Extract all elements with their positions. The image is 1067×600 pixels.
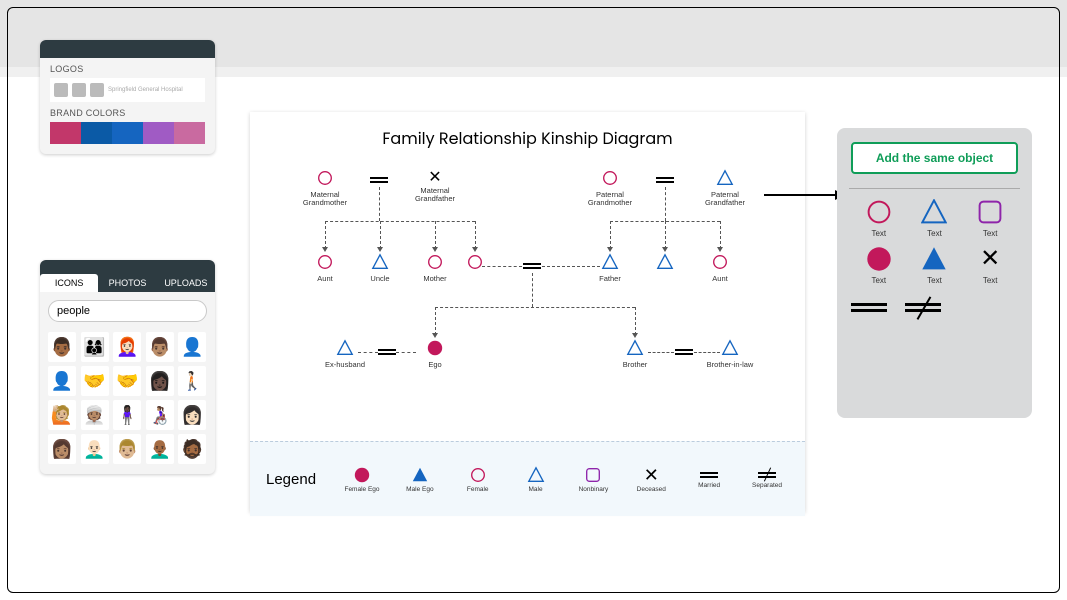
node-mother-dup[interactable] (440, 253, 510, 275)
icon-cell[interactable]: 👩🏿 (146, 366, 174, 396)
node-paternal-grandfather[interactable]: Paternal Grandfather (690, 169, 760, 208)
tab-icons[interactable]: ICONS (40, 274, 98, 292)
icon-cell[interactable]: 🤝 (81, 366, 109, 396)
tabs: ICONS PHOTOS UPLOADS (40, 274, 215, 292)
tab-photos[interactable]: PHOTOS (98, 274, 156, 292)
shape-female-ego[interactable]: Text (866, 246, 892, 285)
shape-male[interactable]: Text (921, 199, 947, 238)
search-row (48, 300, 207, 322)
separated-link (523, 261, 541, 271)
icon-cell[interactable]: 👩🏻 (178, 400, 206, 430)
legend-separated: Separated (745, 470, 789, 489)
icon-cell[interactable]: 👩🏻‍🦰 (113, 332, 141, 362)
node-ego[interactable]: Ego (400, 339, 470, 369)
hospital-name: Springfield General Hospital (108, 87, 183, 93)
legend-male: Male (514, 466, 558, 493)
shape-grid: Text Text Text Text Text ✕Text (851, 199, 1018, 285)
tab-uploads[interactable]: UPLOADS (157, 274, 215, 292)
legend-female-ego: Female Ego (340, 466, 384, 493)
icon-cell[interactable]: 👨🏻‍🦲 (81, 434, 109, 464)
legend-married: Married (687, 470, 731, 489)
icon-cell[interactable]: 👩🏽‍🦽 (146, 400, 174, 430)
separated-link (378, 347, 396, 357)
legend-deceased: ✕Deceased (629, 466, 673, 493)
shape-separated[interactable] (905, 299, 941, 317)
logos-heading: LOGOS (50, 64, 205, 74)
swatch[interactable] (81, 122, 112, 144)
node-aunt2[interactable]: Aunt (685, 253, 755, 283)
pointer-arrow (764, 194, 844, 196)
node-brother[interactable]: Brother (600, 339, 670, 369)
icon-cell[interactable]: 🤝 (113, 366, 141, 396)
icon-grid: 👨🏾👨‍👩‍👦👩🏻‍🦰👨🏽👤👤🤝🤝👩🏿🚶🏻🙋🏼👳🏽🧍🏿‍♀️👩🏽‍🦽👩🏻👩🏽👨🏻… (40, 328, 215, 474)
icon-cell[interactable]: 👤 (178, 332, 206, 362)
logo-badge (54, 83, 68, 97)
icon-cell[interactable]: 👨‍👩‍👦 (81, 332, 109, 362)
logo-badge (90, 83, 104, 97)
logo-row[interactable]: Springfield General Hospital (50, 78, 205, 102)
node-exhusband[interactable]: Ex-husband (310, 339, 380, 369)
shape-female[interactable]: Text (866, 199, 892, 238)
icon-cell[interactable]: 👨🏼 (113, 434, 141, 464)
legend-title: Legend (266, 471, 316, 488)
marriage-row (851, 299, 1018, 317)
shape-married[interactable] (851, 299, 887, 317)
legend-female: Female (456, 466, 500, 493)
icon-panel: ICONS PHOTOS UPLOADS 👨🏾👨‍👩‍👦👩🏻‍🦰👨🏽👤👤🤝🤝👩🏿… (40, 260, 215, 474)
icon-cell[interactable]: 👩🏽 (48, 434, 76, 464)
icon-cell[interactable]: 🙋🏼 (48, 400, 76, 430)
swatch-row (50, 122, 205, 144)
marriage-link (675, 347, 693, 357)
node-paternal-grandmother[interactable]: Paternal Grandmother (575, 169, 645, 208)
legend-male-ego: Male Ego (398, 466, 442, 493)
swatch[interactable] (50, 122, 81, 144)
shape-deceased[interactable]: ✕Text (977, 246, 1003, 285)
panel-header (40, 260, 215, 274)
legend-nonbinary: Nonbinary (572, 466, 616, 493)
swatch[interactable] (143, 122, 174, 144)
icon-cell[interactable]: 🧔🏾 (178, 434, 206, 464)
node-maternal-grandfather[interactable]: ✕Maternal Grandfather (400, 169, 470, 204)
icon-cell[interactable]: 👳🏽 (81, 400, 109, 430)
logo-badge (72, 83, 86, 97)
add-same-object-button[interactable]: Add the same object (851, 142, 1018, 174)
panel-header (40, 40, 215, 58)
swatch[interactable] (112, 122, 143, 144)
icon-cell[interactable]: 👤 (48, 366, 76, 396)
icon-cell[interactable]: 🚶🏻 (178, 366, 206, 396)
node-maternal-grandmother[interactable]: Maternal Grandmother (290, 169, 360, 208)
swatch[interactable] (174, 122, 205, 144)
brand-panel: LOGOS Springfield General Hospital BRAND… (40, 40, 215, 154)
colors-heading: BRAND COLORS (50, 108, 205, 118)
icon-cell[interactable]: 👨🏾 (48, 332, 76, 362)
node-brother-in-law[interactable]: Brother-in-law (695, 339, 765, 369)
divider (849, 188, 1020, 189)
kinship-diagram: Family Relationship Kinship Diagram Mate… (250, 112, 805, 512)
icon-cell[interactable]: 👨🏾‍🦲 (146, 434, 174, 464)
marriage-link (656, 175, 674, 185)
shape-panel: Add the same object Text Text Text Text … (837, 128, 1032, 418)
marriage-link (370, 175, 388, 185)
legend: Legend Female Ego Male Ego Female Male N… (250, 441, 805, 516)
chart-area[interactable]: Maternal Grandmother ✕Maternal Grandfath… (250, 161, 805, 441)
search-input[interactable] (57, 305, 199, 317)
shape-male-ego[interactable]: Text (921, 246, 947, 285)
icon-cell[interactable]: 👨🏽 (146, 332, 174, 362)
shape-nonbinary[interactable]: Text (977, 199, 1003, 238)
diagram-title: Family Relationship Kinship Diagram (250, 112, 805, 161)
icon-cell[interactable]: 🧍🏿‍♀️ (113, 400, 141, 430)
